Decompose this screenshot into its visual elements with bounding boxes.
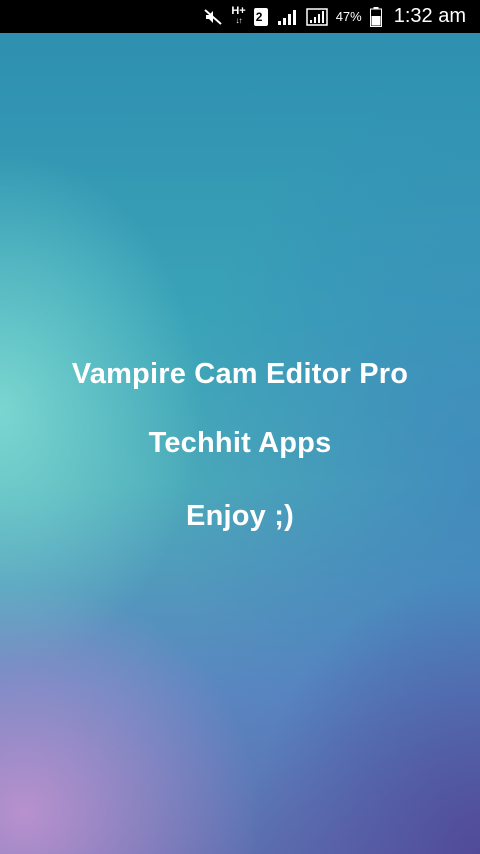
status-bar: H+ ↓↑ 2 47% 1:32 am (0, 0, 480, 33)
network-type-indicator: H+ ↓↑ (231, 6, 245, 25)
battery-percent: 47% (335, 9, 362, 24)
clock: 1:32 am (393, 5, 466, 27)
sim-2-icon: 2 (253, 7, 268, 26)
developer-name-text: Techhit Apps (148, 427, 332, 459)
tagline-text: Enjoy ;) (186, 500, 294, 532)
battery-icon (369, 6, 382, 27)
data-arrows-icon: ↓↑ (235, 16, 243, 25)
splash-screen: Vampire Cam Editor Pro Techhit Apps Enjo… (0, 33, 480, 854)
signal-icon (276, 8, 298, 26)
signal-icon-2 (305, 7, 328, 26)
mute-icon (203, 8, 223, 26)
app-name-text: Vampire Cam Editor Pro (71, 358, 409, 390)
